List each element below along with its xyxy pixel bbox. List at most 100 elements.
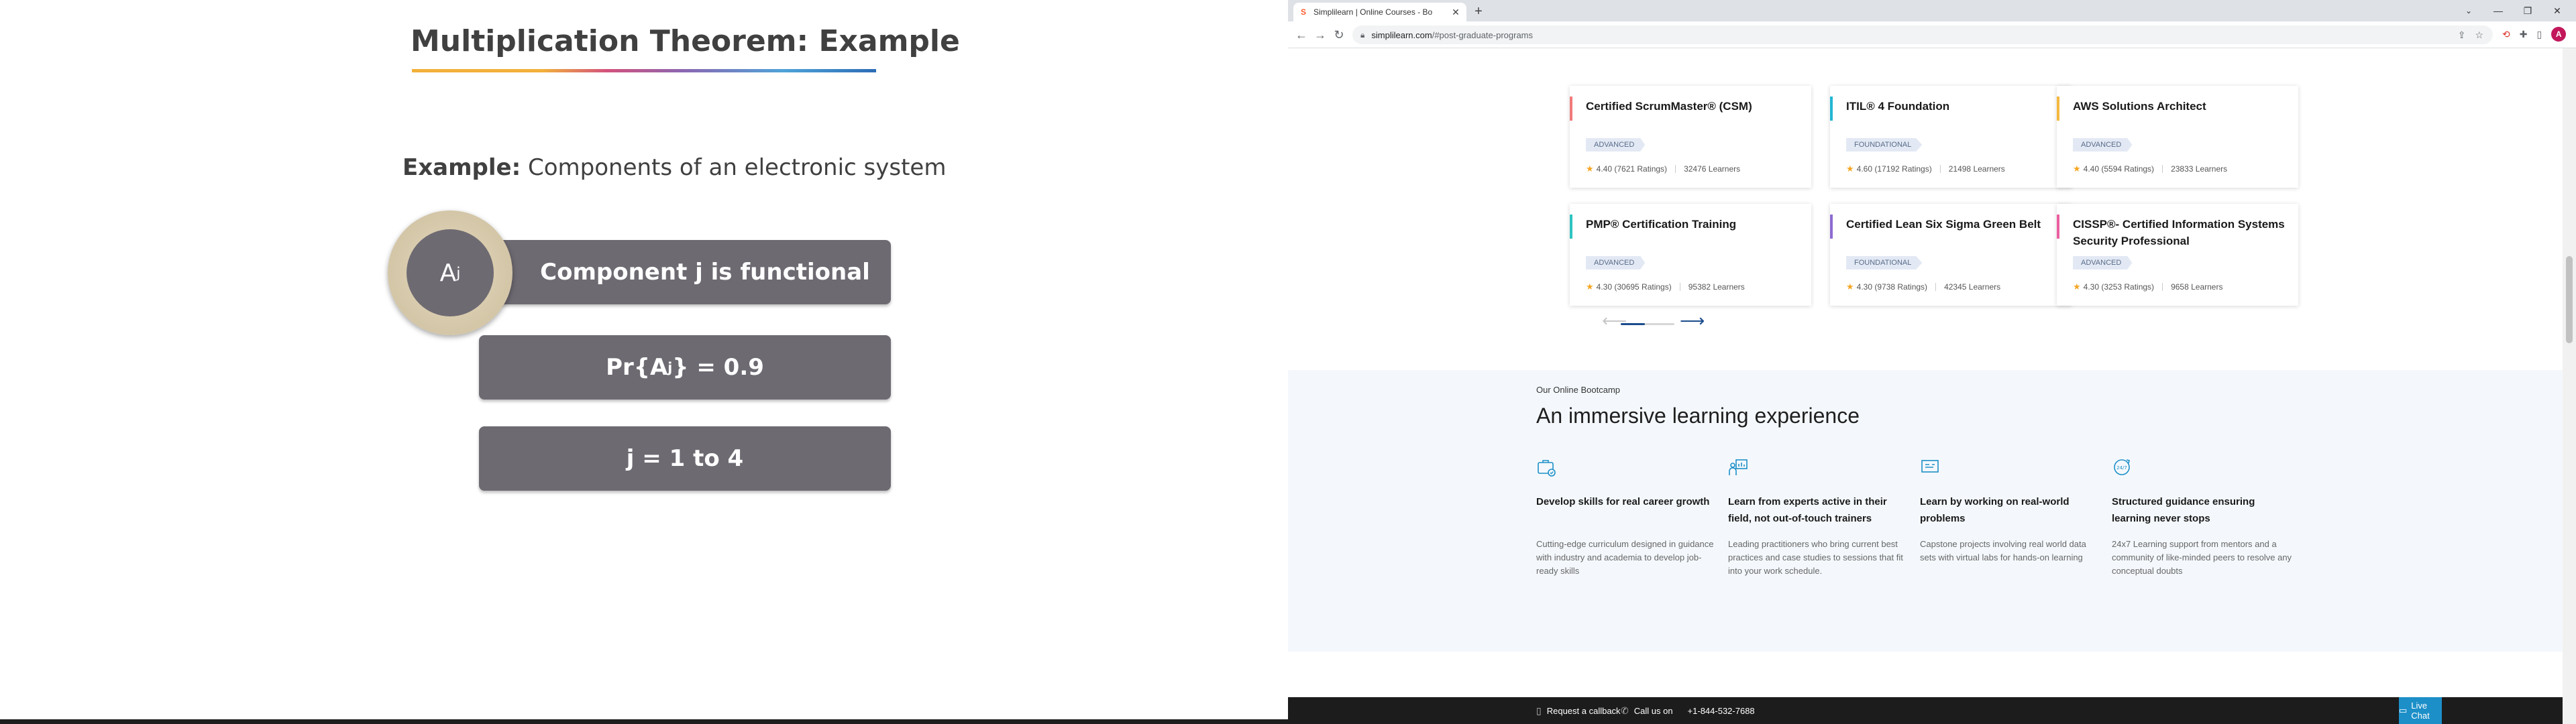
example-label: Example: [402, 154, 521, 181]
index-range-text: j = 1 to 4 [626, 445, 744, 472]
extension-red-icon[interactable]: ⟲ [2502, 29, 2510, 40]
level-badge: ADVANCED [1586, 138, 1646, 152]
page-scrollbar[interactable] [2563, 48, 2576, 724]
tab-title: Simplilearn | Online Courses - Bo [1313, 7, 1433, 17]
address-bar[interactable]: 🔒︎ simplilearn.com/#post-graduate-progra… [1352, 25, 2493, 44]
window-close-icon[interactable]: ✕ [2544, 3, 2571, 19]
slide-title: Multiplication Theorem: Example [411, 24, 960, 58]
feature-heading: Structured guidance ensuring learning ne… [2112, 496, 2255, 524]
carousel-progress-fill [1621, 323, 1645, 325]
chat-bubble-icon: ▭ [2399, 705, 2408, 715]
example-line: Example: Components of an electronic sys… [402, 154, 946, 181]
card-accent [1830, 97, 1833, 121]
card-accent [1570, 215, 1572, 239]
back-arrow-icon[interactable]: ← [1293, 27, 1309, 43]
course-title[interactable]: CISSP®- Certified Information Systems Se… [2073, 216, 2288, 249]
new-tab-plus-icon[interactable]: + [1470, 4, 1487, 19]
tab-search-chevron-icon[interactable]: ⌄ [2455, 3, 2482, 19]
level-badge: FOUNDATIONAL [1846, 256, 1923, 269]
example-text: Components of an electronic system [528, 154, 947, 181]
sticky-contact-bar: ▯ Request a callback ✆ Call us on +1-844-532… [1288, 697, 2563, 724]
feature-heading: Learn by working on real-world problems [1920, 496, 2070, 524]
feature-item: Develop skills for real career growth Cut… [1536, 457, 1717, 578]
course-title[interactable]: Certified ScrumMaster® (CSM) [1586, 98, 1801, 115]
reload-icon[interactable]: ↻ [1331, 27, 1347, 43]
course-title[interactable]: AWS Solutions Architect [2073, 98, 2288, 115]
card-accent [2057, 215, 2059, 239]
24-7-support-icon: 24/7 [2112, 457, 2132, 477]
probability-post: } = 0.9 [672, 354, 764, 381]
share-icon[interactable]: ⇪ [2458, 29, 2466, 41]
course-card[interactable]: Certified Lean Six Sigma Green Belt FOUN… [1830, 204, 2072, 306]
live-chat-button[interactable]: ▭ Live Chat [2399, 697, 2442, 724]
event-subscript: j [456, 264, 461, 282]
live-chat-label: Live Chat [2411, 701, 2430, 721]
feature-item: 24/7 Structured guidance ensuring learnin… [2112, 457, 2293, 578]
carousel-prev-arrow-icon[interactable]: ⟵ [1602, 310, 1627, 331]
index-range-box: j = 1 to 4 [479, 426, 891, 491]
course-card[interactable]: CISSP®- Certified Information Systems Se… [2057, 204, 2298, 306]
call-us-label: Call us on [1633, 705, 1673, 716]
probability-subscript: j [667, 359, 673, 375]
tab-close-icon[interactable]: ✕ [1450, 7, 1461, 18]
section-eyebrow: Our Online Bootcamp [1536, 385, 1621, 395]
meta-divider [1935, 283, 1937, 291]
page-content: Certified ScrumMaster® (CSM) ADVANCED ★ … [1288, 48, 2563, 724]
course-learners: 32476 Learners [1684, 164, 1741, 174]
request-callback-link[interactable]: ▯ Request a callback [1536, 697, 1621, 724]
side-panel-icon[interactable]: ▯ [2536, 29, 2542, 40]
call-us-link[interactable]: ✆ Call us on +1-844-532-7688 [1621, 697, 1755, 724]
profile-avatar[interactable]: A [2551, 27, 2567, 42]
course-meta: ★ 4.30 (30695 Ratings) 95382 Learners [1586, 282, 1745, 292]
presentation-slide: Multiplication Theorem: Example Example:… [0, 0, 1288, 719]
bookmark-star-icon[interactable]: ☆ [2475, 29, 2483, 41]
component-functional-text: Component j is functional [540, 259, 870, 286]
course-rating: 4.60 (17192 Ratings) [1856, 164, 1932, 174]
course-card[interactable]: Certified ScrumMaster® (CSM) ADVANCED ★ … [1570, 86, 1811, 188]
title-underline [412, 69, 876, 72]
phone-number: +1-844-532-7688 [1687, 705, 1755, 716]
puzzle-icon[interactable]: ✚ [2520, 29, 2528, 40]
feature-heading: Learn from experts active in their field… [1728, 496, 1887, 524]
window-minimize-icon[interactable]: — [2485, 3, 2512, 19]
course-meta: ★ 4.40 (5594 Ratings) 23833 Learners [2073, 164, 2227, 174]
slide-bottom-edge [0, 719, 1288, 724]
card-accent [1830, 215, 1833, 239]
course-rating: 4.30 (3253 Ratings) [2083, 282, 2155, 292]
course-title[interactable]: PMP® Certification Training [1586, 216, 1801, 233]
level-badge: ADVANCED [1586, 256, 1646, 269]
course-rating: 4.40 (5594 Ratings) [2083, 164, 2155, 174]
meta-divider [1939, 165, 1941, 173]
component-functional-box: Component j is functional [479, 240, 891, 304]
probability-box: Pr{A j } = 0.9 [479, 335, 891, 400]
event-circle: Aj [407, 229, 494, 316]
feature-body: Leading practitioners who bring current … [1728, 539, 1903, 576]
feature-item: Learn from experts active in their field… [1728, 457, 1909, 578]
rating-star-icon: ★ [1846, 282, 1854, 292]
meta-divider [1675, 165, 1676, 173]
forward-arrow-icon[interactable]: → [1312, 27, 1328, 43]
rating-star-icon: ★ [2073, 282, 2081, 292]
course-card[interactable]: PMP® Certification Training ADVANCED ★ 4… [1570, 204, 1811, 306]
event-symbol: A [439, 259, 457, 287]
feature-heading: Develop skills for real career growth [1536, 496, 1710, 507]
course-card[interactable]: ITIL® 4 Foundation FOUNDATIONAL ★ 4.60 (… [1830, 86, 2072, 188]
phone-callback-icon: ▯ [1536, 705, 1542, 716]
course-title[interactable]: Certified Lean Six Sigma Green Belt [1846, 216, 2061, 233]
course-title[interactable]: ITIL® 4 Foundation [1846, 98, 2061, 115]
section-title: An immersive learning experience [1536, 404, 1860, 428]
simplilearn-favicon-icon: S [1300, 7, 1306, 17]
lock-icon[interactable]: 🔒︎ [1360, 30, 1364, 40]
browser-window: S Simplilearn | Online Courses - Bo ✕ + … [1288, 0, 2576, 724]
course-learners: 9658 Learners [2171, 282, 2223, 292]
course-card[interactable]: AWS Solutions Architect ADVANCED ★ 4.40 … [2057, 86, 2298, 188]
carousel-next-arrow-icon[interactable]: ⟶ [1680, 310, 1705, 331]
course-rating: 4.40 (7621 Ratings) [1596, 164, 1668, 174]
course-meta: ★ 4.60 (17192 Ratings) 21498 Learners [1846, 164, 2005, 174]
tab-simplilearn[interactable]: S Simplilearn | Online Courses - Bo ✕ [1293, 3, 1466, 21]
scrollbar-thumb[interactable] [2566, 256, 2573, 343]
meta-divider [2162, 165, 2163, 173]
browser-toolbar: ← → ↻ 🔒︎ simplilearn.com/#post-graduate-… [1288, 21, 2576, 48]
feature-body: 24x7 Learning support from mentors and a… [2112, 539, 2292, 576]
window-restore-icon[interactable]: ❐ [2514, 3, 2541, 19]
